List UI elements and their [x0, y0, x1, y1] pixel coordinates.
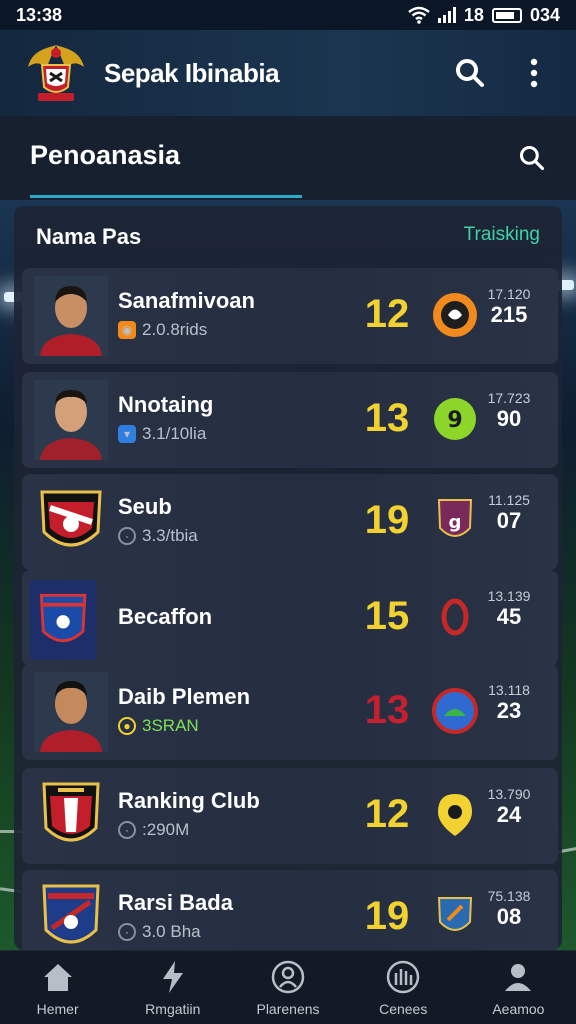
- row-meta: · 3.0 Bha: [118, 922, 201, 942]
- player-icon: [271, 960, 305, 993]
- ranking-row[interactable]: Seub · 3.3/tbia 19 g 11.125 07: [22, 474, 558, 570]
- ranking-panel: Nama Pas Traisking Sanafmivoan ◉ 2.0.8ri…: [14, 206, 562, 950]
- clock-icon: ·: [118, 923, 136, 941]
- ranking-row[interactable]: Becaffon 15 13.139 45: [22, 570, 558, 666]
- row-stat: 13.790 24: [487, 786, 531, 827]
- club-icon: ◉: [118, 321, 136, 339]
- green-crest-icon: 9: [434, 398, 476, 440]
- row-meta: ◉ 2.0.8rids: [118, 320, 207, 340]
- wifi-icon: [408, 6, 430, 24]
- status-bar: 13:38 18 034: [0, 0, 576, 30]
- club-crest: [42, 884, 100, 944]
- row-score: 19: [364, 894, 410, 938]
- section-title: Penoanasia: [30, 140, 181, 170]
- nav-label: Aeamoo: [492, 1000, 545, 1017]
- ranking-row[interactable]: Sanafmivoan ◉ 2.0.8rids 12 17.120 215: [22, 268, 558, 364]
- maroon-shield-icon: g: [437, 499, 473, 537]
- player-avatar: [34, 380, 108, 460]
- row-stat: 13.139 45: [487, 588, 531, 629]
- row-stat: 11.125 07: [488, 492, 530, 533]
- nav-home[interactable]: Hemer: [0, 951, 115, 1024]
- row-name: Ranking Club: [118, 788, 260, 813]
- status-text: 18: [463, 4, 484, 25]
- ranking-row[interactable]: Ranking Club · :290M 12 13.790 24: [22, 768, 558, 864]
- svg-text:9: 9: [447, 408, 462, 433]
- ranking-row[interactable]: Daib Plemen ● 3SRAN 13 13.118 23: [22, 664, 558, 760]
- nav-games[interactable]: Cenees: [346, 951, 461, 1024]
- row-meta: ● 3SRAN: [118, 716, 199, 736]
- search-icon: [519, 145, 545, 171]
- row-score: 12: [364, 792, 410, 836]
- club-crest: [42, 782, 100, 842]
- row-score: 13: [364, 688, 410, 732]
- club-crest: [40, 490, 102, 547]
- player-avatar: [34, 672, 108, 752]
- row-meta: ▾ 3.1/10lia: [118, 424, 206, 444]
- club-crest: [30, 580, 97, 660]
- nav-label: Cenees: [379, 1000, 428, 1017]
- garuda-logo: [28, 45, 84, 101]
- row-name: Daib Plemen: [118, 684, 251, 709]
- nav-label: Plarenens: [256, 1000, 320, 1017]
- row-stat: 13.118 23: [488, 682, 530, 723]
- shield-icon: ▾: [118, 425, 136, 443]
- ranking-row[interactable]: Rarsi Bada · 3.0 Bha 19 75.138 08: [22, 870, 558, 950]
- badge-icon: ●: [118, 717, 136, 735]
- row-name: Rarsi Bada: [118, 890, 233, 915]
- section-search-button[interactable]: [512, 138, 552, 178]
- row-stat: 17.120 215: [487, 286, 531, 327]
- row-name: Nnotaing: [118, 392, 214, 417]
- active-tab-indicator: [30, 195, 302, 198]
- blue-crest-icon: [432, 688, 478, 734]
- blue-shield-icon: [437, 897, 473, 931]
- row-name: Seub: [118, 494, 172, 519]
- panel-left-header: Nama Pas: [36, 224, 142, 249]
- row-score: 15: [364, 594, 410, 638]
- row-score: 19: [364, 498, 410, 542]
- more-vertical-icon: [530, 58, 538, 88]
- section-header: Penoanasia: [0, 116, 576, 200]
- bottom-navigation: Hemer Rmgatiin Plarenens Cenees Aeamoo: [0, 950, 576, 1024]
- row-meta: · 3.3/tbia: [118, 526, 198, 546]
- player-avatar: [34, 276, 108, 356]
- panel-header: Nama Pas Traisking: [36, 224, 540, 250]
- row-stat: 17.723 90: [487, 390, 531, 431]
- nav-profile[interactable]: Aeamoo: [461, 951, 576, 1024]
- orange-crest-icon: [433, 293, 477, 337]
- profile-icon: [505, 963, 532, 991]
- row-score: 12: [364, 292, 410, 336]
- battery-icon: [491, 7, 522, 23]
- clock-icon: ·: [118, 821, 136, 839]
- svg-text:g: g: [449, 512, 462, 533]
- more-menu-button[interactable]: [514, 53, 554, 93]
- nav-label: Rmgatiin: [145, 1000, 201, 1017]
- app-bar: Sepak Ibinabia: [0, 30, 576, 116]
- app-title: Sepak Ibinabia: [104, 57, 280, 88]
- signal-icon: [437, 7, 456, 23]
- search-button[interactable]: [450, 53, 490, 93]
- yellow-pin-icon: [438, 794, 472, 836]
- row-meta: · :290M: [118, 820, 189, 840]
- status-time: 13:38: [16, 4, 63, 25]
- red-zero-icon: [441, 598, 469, 636]
- search-icon: [456, 59, 484, 87]
- stadium-icon: [386, 960, 420, 993]
- home-icon: [43, 963, 72, 991]
- nav-label: Hemer: [36, 1000, 79, 1017]
- row-score: 13: [364, 396, 410, 440]
- nav-ranking[interactable]: Rmgatiin: [115, 951, 230, 1024]
- nav-players[interactable]: Plarenens: [230, 951, 345, 1024]
- ranking-row[interactable]: Nnotaing ▾ 3.1/10lia 13 9 17.723 90: [22, 372, 558, 468]
- row-stat: 75.138 08: [487, 888, 531, 929]
- battery-text: 034: [529, 4, 560, 25]
- row-name: Becaffon: [118, 604, 213, 629]
- clock-icon: ·: [118, 527, 136, 545]
- row-name: Sanafmivoan: [118, 288, 255, 313]
- bolt-icon: [162, 960, 183, 993]
- panel-right-header[interactable]: Traisking: [464, 224, 540, 250]
